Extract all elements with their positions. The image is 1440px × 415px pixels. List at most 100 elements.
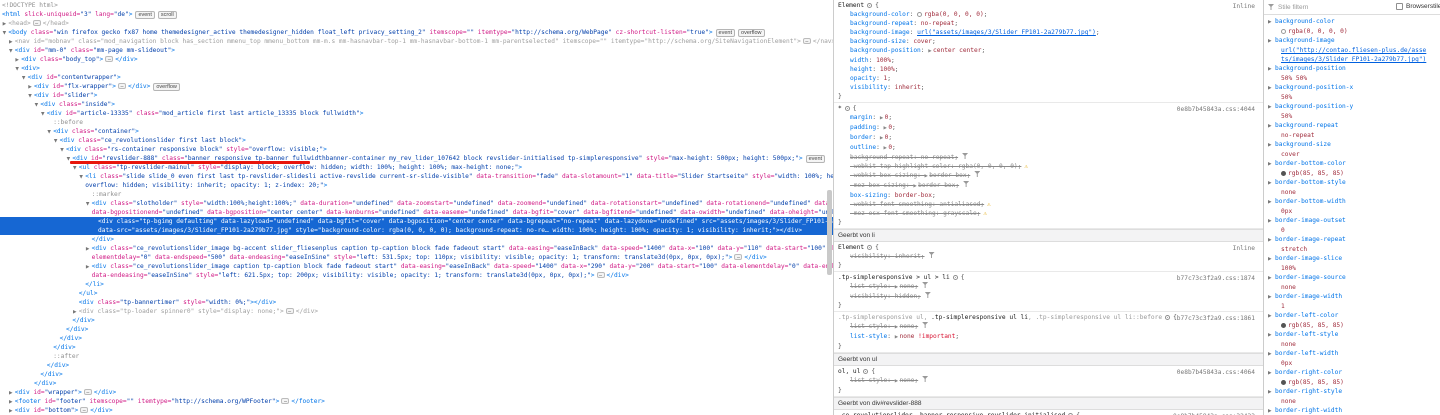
- tag-token[interactable]: <div: [92, 245, 111, 252]
- filter-property-icon[interactable]: [974, 171, 980, 177]
- tag-token[interactable]: <div: [92, 200, 111, 207]
- collapsed-content-chip[interactable]: …: [105, 56, 113, 62]
- stylesheet-location-link[interactable]: b77c73c3f2a9.css:1874: [1177, 274, 1255, 282]
- expand-arrow[interactable]: ▶: [1268, 255, 1275, 264]
- markup-line[interactable]: ::marker: [0, 190, 833, 199]
- computed-property-name[interactable]: border-left-color: [1275, 312, 1338, 319]
- css-property-value[interactable]: rgba(0, 0, 0, 0): [958, 163, 1018, 170]
- tag-token[interactable]: </div>: [72, 317, 94, 324]
- tag-token[interactable]: </div>: [128, 83, 150, 90]
- attr-name-token[interactable]: id=: [65, 110, 76, 117]
- tag-token[interactable]: <div: [98, 218, 117, 225]
- attr-name-token[interactable]: data-y=: [606, 263, 636, 270]
- attr-name-token[interactable]: class=: [59, 101, 81, 108]
- tag-token[interactable]: </li>: [85, 281, 104, 288]
- attr-name-token[interactable]: itemscope=: [559, 38, 600, 45]
- expand-arrow[interactable]: ▶: [1268, 350, 1275, 359]
- tag-token[interactable]: ></div>: [250, 299, 276, 306]
- attr-value-token[interactable]: "1400": [643, 245, 665, 252]
- attr-name-token[interactable]: data-bgposition=: [385, 218, 448, 225]
- attr-name-token[interactable]: id=: [45, 398, 56, 405]
- attr-value-token[interactable]: "flx-wrapper": [64, 83, 112, 90]
- scrollbar-thumb[interactable]: [827, 190, 832, 275]
- attr-name-token[interactable]: data-bgposition=: [203, 209, 266, 216]
- css-property-value[interactable]: hidden: [895, 293, 917, 300]
- attr-value-token[interactable]: "http://schema.org/WPFooter": [171, 398, 275, 405]
- attr-value-token[interactable]: "tp-bgimg defaultimg": [139, 218, 217, 225]
- attr-name-token[interactable]: class=: [97, 308, 119, 315]
- attr-name-token[interactable]: data-zoomstart=: [393, 200, 453, 207]
- markup-line[interactable]: data-endeasing="easeInSine" style="left:…: [0, 271, 833, 280]
- attr-value-token[interactable]: "200": [636, 263, 655, 270]
- attr-value-token[interactable]: "http://schema.org/SiteNavigationElement…: [644, 38, 797, 45]
- overflow-badge[interactable]: overflow: [153, 83, 179, 92]
- markup-line[interactable]: ▼<div id="mm-0" class="mm-page mm-slideo…: [0, 46, 833, 55]
- markup-line[interactable]: </div>: [0, 325, 833, 334]
- css-property-name[interactable]: height: [850, 66, 872, 73]
- attr-value-token[interactable]: "0": [788, 263, 799, 270]
- expand-arrow[interactable]: ▶: [1268, 103, 1275, 112]
- computed-property-name[interactable]: border-left-style: [1275, 331, 1338, 338]
- expand-arrow[interactable]: ▶: [1268, 312, 1275, 321]
- tag-token[interactable]: <body: [8, 29, 30, 36]
- attr-value-token[interactable]: "body_top": [62, 56, 99, 63]
- attr-value-token[interactable]: "110": [744, 245, 763, 252]
- attr-name-token[interactable]: class=: [110, 245, 132, 252]
- attr-name-token[interactable]: lang=: [91, 11, 113, 18]
- attr-name-token[interactable]: style=: [192, 272, 218, 279]
- attr-name-token[interactable]: class=: [74, 38, 100, 45]
- css-selector[interactable]: Element: [838, 2, 864, 9]
- filter-property-icon[interactable]: [922, 282, 928, 288]
- tag-token[interactable]: </head>: [43, 20, 69, 27]
- tag-token[interactable]: <div: [15, 47, 34, 54]
- overflow-badge[interactable]: overflow: [738, 29, 764, 38]
- attr-value-token[interactable]: "undefined": [725, 209, 766, 216]
- attr-name-token[interactable]: id=: [53, 83, 64, 90]
- computed-property-name[interactable]: border-bottom-style: [1275, 179, 1346, 186]
- markup-line[interactable]: ▶<nav id="mobnav" class="mod_navigation …: [0, 37, 833, 46]
- attr-value-token[interactable]: "1400": [535, 263, 557, 270]
- tag-token[interactable]: <div: [60, 137, 79, 144]
- tag-token[interactable]: <div: [34, 92, 53, 99]
- attr-value-token[interactable]: "undefined": [657, 218, 698, 225]
- css-property-name[interactable]: background-repeat: [850, 20, 913, 27]
- attr-value-token[interactable]: "100": [699, 263, 718, 270]
- attr-name-token[interactable]: itemtype=: [607, 38, 644, 45]
- attr-value-token[interactable]: "undefined": [770, 200, 811, 207]
- attr-value-token[interactable]: "Slider Startseite": [678, 173, 749, 180]
- attr-value-token[interactable]: "slider": [64, 92, 94, 99]
- tag-token[interactable]: <div: [53, 128, 72, 135]
- tag-token[interactable]: >: [94, 92, 98, 99]
- computed-property-name[interactable]: border-image-repeat: [1275, 236, 1346, 243]
- tag-token[interactable]: >: [324, 182, 328, 189]
- css-property-name[interactable]: list-style: [850, 377, 887, 384]
- expand-arrow[interactable]: ▶: [1268, 84, 1275, 93]
- computed-property-name[interactable]: border-bottom-width: [1275, 198, 1346, 205]
- markup-line[interactable]: <!DOCTYPE html>: [0, 1, 833, 10]
- attr-value-token[interactable]: "": [127, 398, 134, 405]
- tag-token[interactable]: <div: [66, 146, 85, 153]
- attr-name-token[interactable]: id=: [33, 389, 44, 396]
- attr-name-token[interactable]: id=: [53, 92, 64, 99]
- computed-property-name[interactable]: background-position-x: [1275, 84, 1353, 91]
- css-property-value[interactable]: border-box: [895, 192, 932, 199]
- tag-token[interactable]: >: [129, 11, 133, 18]
- css-property-name[interactable]: background-color: [850, 11, 910, 18]
- css-selector[interactable]: .tp-simpleresponsive > ul > li: [838, 274, 950, 281]
- tag-token[interactable]: <nav: [15, 38, 34, 45]
- attr-name-token[interactable]: data-transition=: [473, 173, 536, 180]
- css-property-name[interactable]: background-image: [850, 29, 910, 36]
- expand-arrow[interactable]: ▶: [1268, 122, 1275, 131]
- markup-line[interactable]: ▶<div id="wrapper">…</div>: [0, 388, 833, 397]
- attr-value-token[interactable]: "bottom": [45, 407, 75, 414]
- attr-value-token[interactable]: "article-13335": [77, 110, 133, 117]
- attr-value-token[interactable]: "cover": [554, 209, 580, 216]
- markup-line[interactable]: ::after: [0, 352, 833, 361]
- collapsed-content-chip[interactable]: …: [734, 254, 742, 260]
- attr-value-token[interactable]: "slotholder": [133, 200, 178, 207]
- collapsed-content-chip[interactable]: …: [33, 20, 41, 26]
- collapsed-content-chip[interactable]: …: [286, 308, 294, 314]
- attr-name-token[interactable]: data-y=: [714, 245, 744, 252]
- computed-property-name[interactable]: border-right-style: [1275, 388, 1342, 395]
- attr-value-token[interactable]: "tp-bannertimer": [120, 299, 180, 306]
